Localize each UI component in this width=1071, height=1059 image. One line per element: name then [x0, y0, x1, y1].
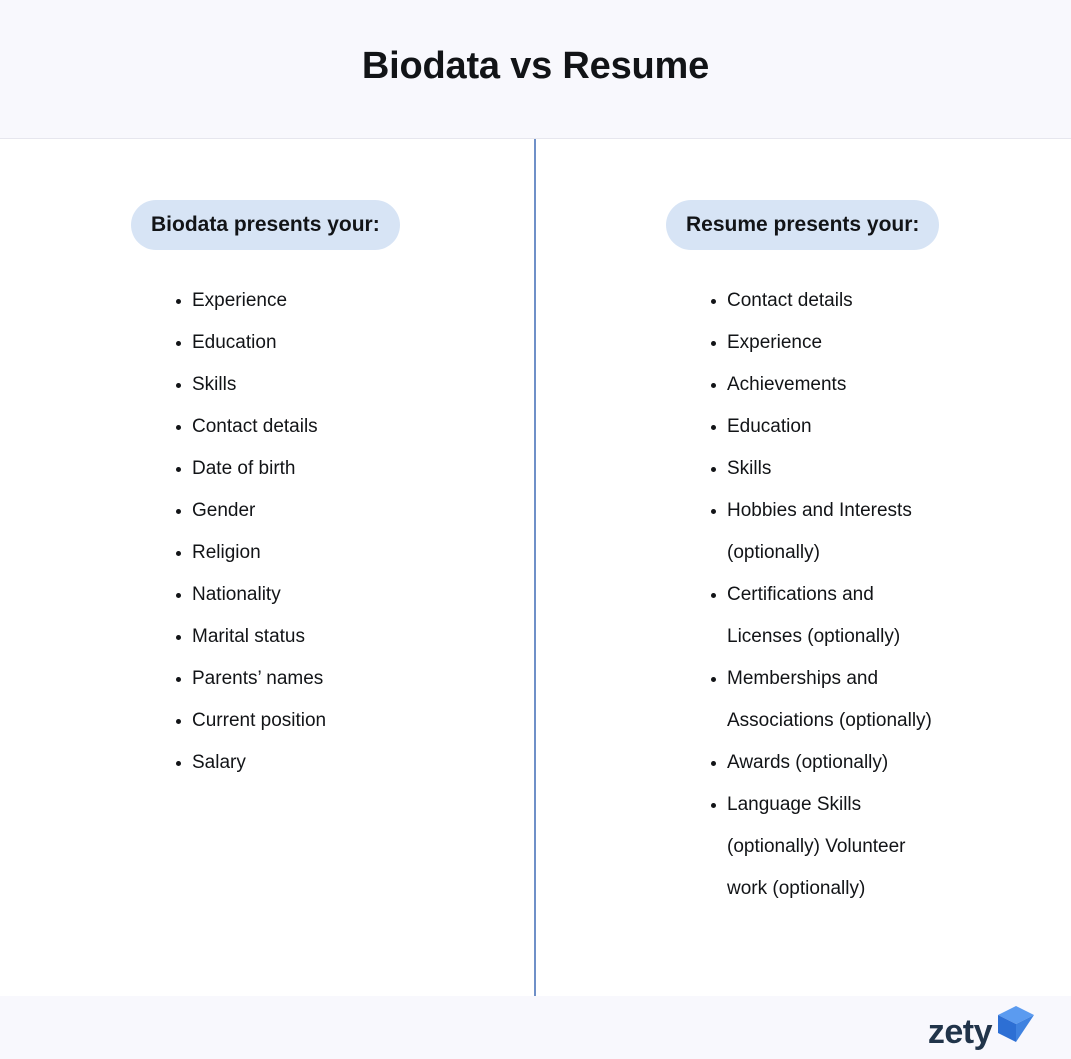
list-item: Education [711, 406, 932, 448]
list-item: Nationality [176, 574, 535, 616]
resume-heading-label: Resume presents your: [686, 213, 920, 236]
biodata-heading-label: Biodata presents your: [151, 213, 380, 236]
comparison-body: Biodata presents your: Experience Educat… [0, 139, 1071, 996]
list-item: Awards (optionally) [711, 742, 932, 784]
zety-logo-text: zety [927, 1013, 993, 1051]
list-item: Achievements [711, 364, 932, 406]
list-item: Skills [176, 364, 535, 406]
page-title: Biodata vs Resume [361, 44, 710, 87]
list-item: Experience [711, 322, 932, 364]
list-item: Certifications and Licenses (optionally) [711, 574, 932, 658]
list-item: Memberships and Associations (optionally… [711, 658, 932, 742]
biodata-item-list: Experience Education Skills Contact deta… [131, 280, 535, 784]
list-item: Religion [176, 532, 535, 574]
list-item: Gender [176, 490, 535, 532]
list-item: Contact details [176, 406, 535, 448]
column-biodata: Biodata presents your: Experience Educat… [0, 139, 535, 784]
list-item: Hobbies and Interests (optionally) [711, 490, 932, 574]
resume-item-list: Contact details Experience Achievements … [666, 280, 1070, 910]
list-item: Education [176, 322, 535, 364]
list-item: Marital status [176, 616, 535, 658]
list-item: Experience [176, 280, 535, 322]
list-item: Current position [176, 700, 535, 742]
header-band: Biodata vs Resume [0, 0, 1071, 139]
list-item: Date of birth [176, 448, 535, 490]
list-item: Contact details [711, 280, 932, 322]
list-item: Language Skills (optionally) Volunteer w… [711, 784, 932, 910]
zety-arrow-icon [994, 1006, 1034, 1047]
infographic-root: Biodata vs Resume Biodata presents your:… [0, 0, 1071, 1059]
list-item: Parents’ names [176, 658, 535, 700]
list-item: Salary [176, 742, 535, 784]
footer-band: zety [0, 996, 1071, 1059]
zety-logo[interactable]: zety [928, 1006, 1034, 1049]
resume-heading-pill: Resume presents your: [666, 200, 940, 250]
list-item: Skills [711, 448, 932, 490]
biodata-heading-pill: Biodata presents your: [131, 200, 400, 250]
column-resume: Resume presents your: Contact details Ex… [535, 139, 1070, 910]
